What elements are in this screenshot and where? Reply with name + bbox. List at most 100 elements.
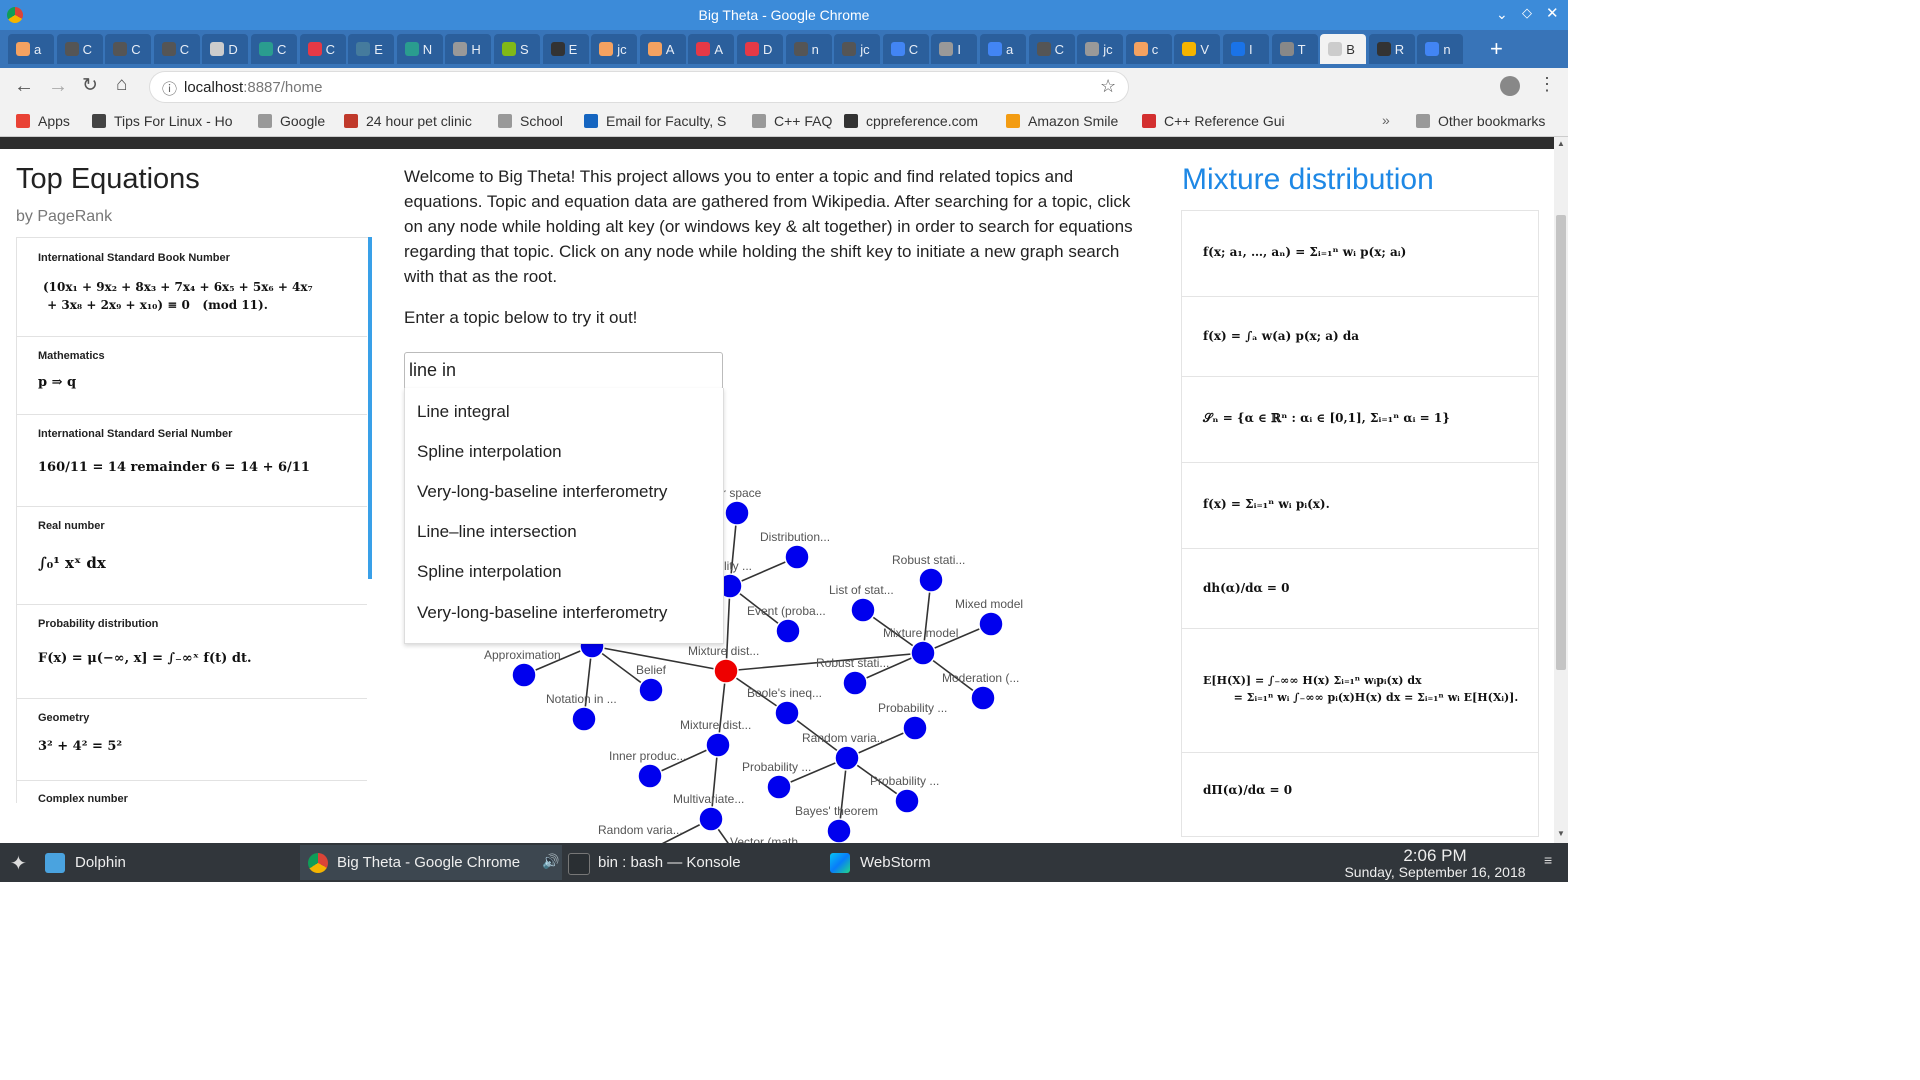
graph-node[interactable] [918,567,944,593]
equation-list-scrollbar[interactable] [368,237,372,579]
taskbar-item-dolphin[interactable]: Dolphin [45,845,295,880]
taskbar-item-webstorm[interactable]: WebStorm [830,845,1080,880]
browser-tab[interactable]: jc [1077,34,1124,64]
forward-icon[interactable]: → [48,75,68,98]
browser-tab[interactable]: T [1271,34,1318,64]
equation-card[interactable]: Real number ∫₀¹ xˣ dx [17,506,367,605]
address-bar[interactable]: ⓘ localhost:8887/home ☆ [150,72,1128,102]
suggestion-item[interactable]: Spline interpolation [417,562,562,582]
graph-node[interactable] [705,732,731,758]
suggestion-item[interactable]: Spline interpolation [417,442,562,462]
menu-icon[interactable]: ⋮ [1538,74,1556,95]
show-desktop-icon[interactable]: ≡ [1544,852,1552,868]
topic-equations-list[interactable]: f(x; a₁, …, aₙ) = Σᵢ₌₁ⁿ wᵢ p(x; aᵢ) f(x)… [1181,210,1539,837]
browser-tab[interactable]: E [542,34,589,64]
graph-node[interactable] [766,774,792,800]
equation-card[interactable]: Mathematics p ⇒ q [17,336,367,415]
equation-card[interactable]: Geometry 3² + 4² = 5² [17,698,367,781]
graph-node[interactable] [638,677,664,703]
suggestion-item[interactable]: Very-long-baseline interferometry [417,482,667,502]
graph-node[interactable] [698,806,724,832]
bookmark-item[interactable]: Other bookmarks [1416,113,1545,129]
graph-node[interactable] [978,611,1004,637]
browser-tab[interactable]: H [445,34,492,64]
browser-tab[interactable]: V [1174,34,1221,64]
equation-card[interactable]: International Standard Serial Number 160… [17,414,367,507]
equation-card[interactable]: Complex number [17,780,367,803]
graph-node[interactable] [511,662,537,688]
topic-search-input[interactable] [407,359,711,382]
bookmark-item[interactable]: School [498,113,563,129]
bookmark-star-icon[interactable]: ☆ [1100,76,1116,97]
close-icon[interactable]: ✕ [1546,4,1559,22]
bookmark-item[interactable]: C++ Reference Gui [1142,113,1285,129]
browser-tab[interactable]: R [1368,34,1415,64]
bookmark-item[interactable]: cppreference.com [844,113,978,129]
equation-card[interactable]: dΠ(α)/dα = 0 [1182,752,1538,836]
browser-tab[interactable]: C [105,34,152,64]
browser-tab[interactable]: C [56,34,103,64]
browser-tab[interactable]: C [1028,34,1075,64]
graph-node[interactable] [775,618,801,644]
browser-tab[interactable]: S [494,34,540,64]
browser-tab[interactable]: I [1223,34,1269,64]
graph-node[interactable] [637,763,663,789]
equation-card[interactable]: f(x; a₁, …, aₙ) = Σᵢ₌₁ⁿ wᵢ p(x; aᵢ) [1182,211,1538,297]
browser-tab[interactable]: A [639,34,686,64]
minimize-icon[interactable]: ⌄ [1496,6,1508,23]
scroll-up-icon[interactable]: ▲ [1557,139,1565,148]
bookmark-item[interactable]: Email for Faculty, S [584,113,726,129]
browser-tab[interactable]: n [785,34,832,64]
graph-node[interactable] [826,818,852,844]
bookmark-item[interactable]: Tips For Linux - Ho [92,113,233,129]
browser-tab[interactable]: E [348,34,395,64]
topic-search-box[interactable] [404,352,723,390]
suggestion-item[interactable]: Line–line intersection [417,522,577,542]
back-icon[interactable]: ← [14,75,34,98]
graph-node[interactable] [842,670,868,696]
browser-tab[interactable]: D [202,34,249,64]
suggestion-item[interactable]: Line integral [417,402,510,422]
browser-tab[interactable]: n [1417,34,1464,64]
browser-tab[interactable]: D [737,34,783,64]
graph-node[interactable] [894,788,920,814]
browser-tab[interactable]: B [1320,34,1367,64]
scroll-down-icon[interactable]: ▼ [1557,829,1565,838]
bookmark-item[interactable]: Amazon Smile [1006,113,1118,129]
maximize-icon[interactable]: ◇ [1522,5,1532,21]
equation-card[interactable]: f(x) = Σᵢ₌₁ⁿ wᵢ pᵢ(x). [1182,462,1538,549]
browser-tab[interactable]: c [1125,34,1172,64]
bookmark-item[interactable]: 24 hour pet clinic [344,113,472,129]
graph-node[interactable] [571,706,597,732]
bookmarks-overflow-icon[interactable]: » [1382,112,1390,128]
app-launcher-icon[interactable]: ✦ [10,851,27,876]
equation-card[interactable]: f(x) = ∫ₐ w(a) p(x; a) da [1182,296,1538,377]
reload-icon[interactable]: ↻ [82,74,98,97]
bookmark-item[interactable]: Google [258,113,325,129]
top-equations-list[interactable]: International Standard Book Number (10x₁… [16,237,369,803]
equation-card[interactable]: E[H(X)] = ∫₋∞∞ H(x) Σᵢ₌₁ⁿ wᵢpᵢ(x) dx = Σ… [1182,628,1538,753]
graph-node[interactable] [910,640,936,666]
taskbar-item-konsole[interactable]: bin : bash — Konsole [568,845,820,880]
graph-node[interactable] [834,745,860,771]
browser-tab[interactable]: jc [834,34,881,64]
browser-tab[interactable]: A [688,34,735,64]
browser-tab[interactable]: jc [591,34,638,64]
browser-tab[interactable]: a [980,34,1026,64]
graph-node[interactable] [902,715,928,741]
browser-tab[interactable]: I [931,34,978,64]
equation-card[interactable]: 𝒮ₙ = {α ∈ ℝⁿ : αᵢ ∈ [0,1], Σᵢ₌₁ⁿ αᵢ = 1} [1182,376,1538,463]
graph-root-node[interactable] [713,658,739,684]
equation-card[interactable]: dh(α)/dα = 0 [1182,548,1538,629]
taskbar-clock[interactable]: 2:06 PM Sunday, September 16, 2018 [1330,846,1540,880]
suggestion-item[interactable]: Very-long-baseline interferometry [417,603,667,623]
graph-node[interactable] [724,500,750,526]
browser-tab[interactable]: C [251,34,297,64]
info-icon[interactable]: ⓘ [162,78,177,99]
equation-card[interactable]: Probability distribution F(x) = μ(−∞, x]… [17,604,367,699]
graph-node[interactable] [784,544,810,570]
new-tab-button[interactable]: + [1490,36,1503,62]
browser-tab[interactable]: C [153,34,200,64]
browser-tab[interactable]: a [8,34,54,64]
graph-node[interactable] [850,597,876,623]
